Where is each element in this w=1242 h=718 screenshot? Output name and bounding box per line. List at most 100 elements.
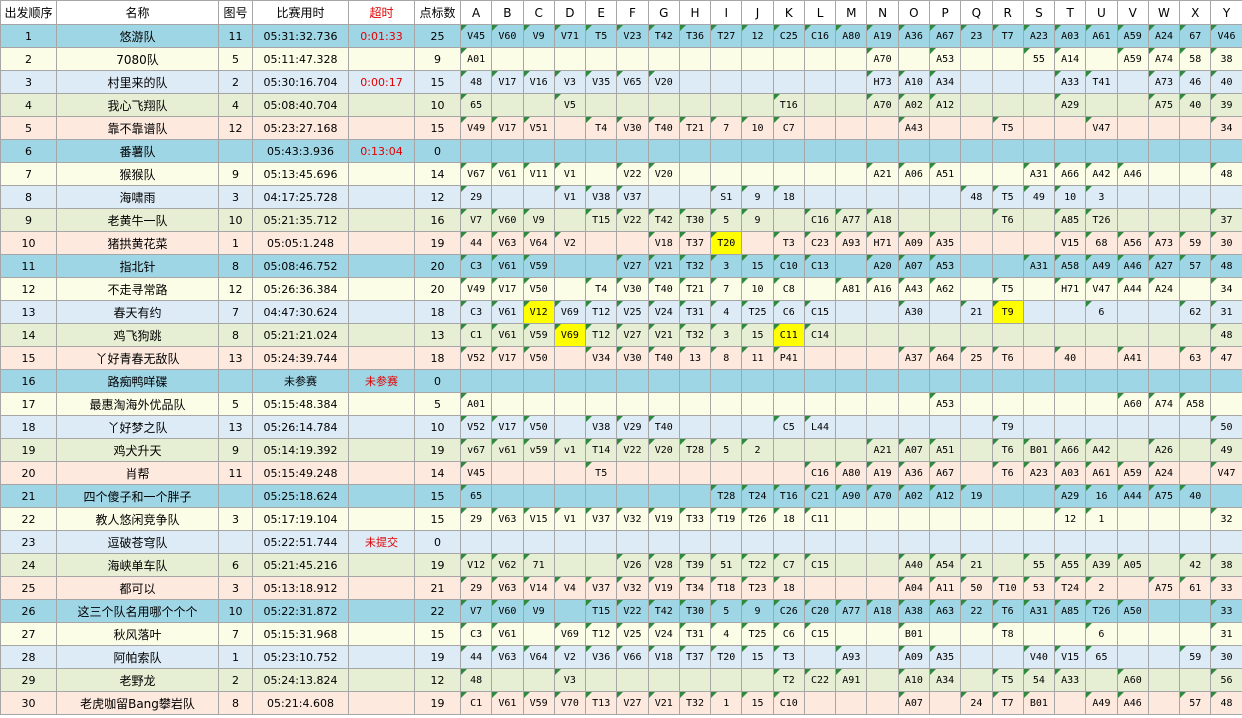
checkpoint-cell-u: V47 [1085,116,1118,140]
checkpoint-cell-q: 25 [960,346,993,370]
checkpoint-cell-x [1179,507,1212,531]
checkpoint-cell-r: T6 [991,461,1024,485]
checkpoint-cell-m [835,576,868,600]
checkpoint-cell-r: T5 [991,116,1024,140]
checkpoint-cell-n: A70 [866,47,899,71]
checkpoint-cell-j [741,461,774,485]
checkpoint-cell-c [522,47,555,71]
time-cell: 未参赛 [252,369,349,393]
checkpoint-cell-d [553,346,587,370]
checkpoint-cell-h: T21 [678,277,712,301]
checkpoint-cell-h: T37 [678,645,712,669]
checkpoint-cell-n [866,116,899,140]
checkpoint-cell-f: V27 [616,323,649,347]
checkpoint-cell-m [835,691,868,715]
checkpoint-cell-y: 33 [1210,599,1242,623]
checkpoint-cell-b: V61 [491,254,524,278]
checkpoint-cell-l [803,93,837,117]
checkpoint-cell-f: V37 [616,185,649,209]
checkpoint-cell-k: 18 [772,576,805,600]
checkpoint-cell-a: 29 [459,185,493,209]
checkpoint-cell-w [1147,668,1181,692]
checkpoint-cell-g: T40 [647,277,680,301]
checkpoint-cell-a [459,530,493,554]
checkpoint-cell-e [585,231,618,255]
checkpoint-cell-j [741,93,774,117]
checkpoint-cell-q [960,254,993,278]
checkpoint-cell-w [1147,691,1181,715]
checkpoint-cell-s: 55 [1022,553,1056,577]
checkpoint-cell-y: 49 [1210,438,1242,462]
checkpoint-cell-b: V63 [491,576,524,600]
checkpoint-cell-p [928,622,962,646]
checkpoint-cell-r: T5 [991,668,1024,692]
name-cell: 我心飞翔队 [56,93,219,117]
checkpoint-cell-f: V29 [616,415,649,439]
time-cell: 05:15:49.248 [252,461,349,485]
checkpoint-cell-o: A02 [897,484,930,508]
checkpoint-cell-q [960,93,993,117]
name-cell: 这三个队名用哪个个个 [56,599,219,623]
checkpoint-cell-q: 50 [960,576,993,600]
checkpoint-cell-p: A12 [928,93,962,117]
table-row: 15 丫好青春无敌队 13 05:24:39.744 18 V52 V17 V50 V34 V30… [0,346,1242,370]
checkpoint-cell-v: A59 [1116,47,1149,71]
overtime-cell [348,162,415,186]
checkpoint-cell-s: B01 [1022,438,1056,462]
checkpoint-cell-k [772,47,805,71]
checkpoint-cell-c: V9 [522,208,555,232]
checkpoint-cell-o: A04 [897,576,930,600]
checkpoint-cell-i: T19 [710,507,743,531]
checkpoint-cell-e [585,553,618,577]
table-row: 11 指北针 8 05:08:46.752 20 C3 V61 V59 V27 V21 T32 3 15… [0,254,1242,278]
checkpoint-cell-c [522,530,555,554]
checkpoint-cell-o: A37 [897,346,930,370]
checkpoint-cell-v: A59 [1116,461,1149,485]
checkpoint-cell-x: 46 [1179,70,1212,94]
checkpoint-cell-p [928,185,962,209]
checkpoint-cell-t [1054,323,1087,347]
table-row: 7 猴猴队 9 05:13:45.696 14 V67 V61 V11 V1 V22 V20 A21 A… [0,162,1242,186]
checkpoint-cell-p: A67 [928,24,962,48]
checkpoint-cell-q [960,162,993,186]
checkpoint-cell-o [897,392,930,416]
checkpoint-cell-v: A46 [1116,162,1149,186]
checkpoint-cell-x [1179,461,1212,485]
header-order: 出发顺序 [0,0,57,25]
map-cell: 3 [218,507,253,531]
checkpoint-cell-i: 1 [710,691,743,715]
checkpoint-cell-g: T42 [647,599,680,623]
checkpoint-cell-p: A53 [928,392,962,416]
checkpoint-cell-q: 24 [960,691,993,715]
points-cell: 19 [414,645,461,669]
checkpoint-cell-c: v59 [522,438,555,462]
checkpoint-cell-v: A59 [1116,24,1149,48]
checkpoint-cell-h [678,185,712,209]
map-cell: 6 [218,553,253,577]
checkpoint-cell-a: V52 [459,415,493,439]
checkpoint-cell-b: V17 [491,70,524,94]
checkpoint-cell-o: A07 [897,438,930,462]
checkpoint-cell-l: C15 [803,553,837,577]
checkpoint-cell-p: A11 [928,576,962,600]
checkpoint-cell-a: A01 [459,392,493,416]
checkpoint-cell-e [585,369,618,393]
overtime-cell [348,438,415,462]
checkpoint-cell-h: T36 [678,24,712,48]
checkpoint-cell-s [1022,139,1056,163]
checkpoint-cell-u: A49 [1085,691,1118,715]
checkpoint-cell-d: V2 [553,231,587,255]
checkpoint-cell-q: 48 [960,185,993,209]
checkpoint-cell-c [522,185,555,209]
overtime-cell [348,599,415,623]
checkpoint-cell-r: T5 [991,277,1024,301]
checkpoint-cell-q [960,277,993,301]
checkpoint-cell-t [1054,691,1087,715]
checkpoint-cell-b: V61 [491,300,524,324]
checkpoint-cell-y: 31 [1210,300,1242,324]
checkpoint-cell-a: v67 [459,438,493,462]
checkpoint-cell-u: T26 [1085,208,1118,232]
time-cell: 05:21:45.216 [252,553,349,577]
checkpoint-cell-t [1054,415,1087,439]
checkpoint-cell-e: V34 [585,346,618,370]
